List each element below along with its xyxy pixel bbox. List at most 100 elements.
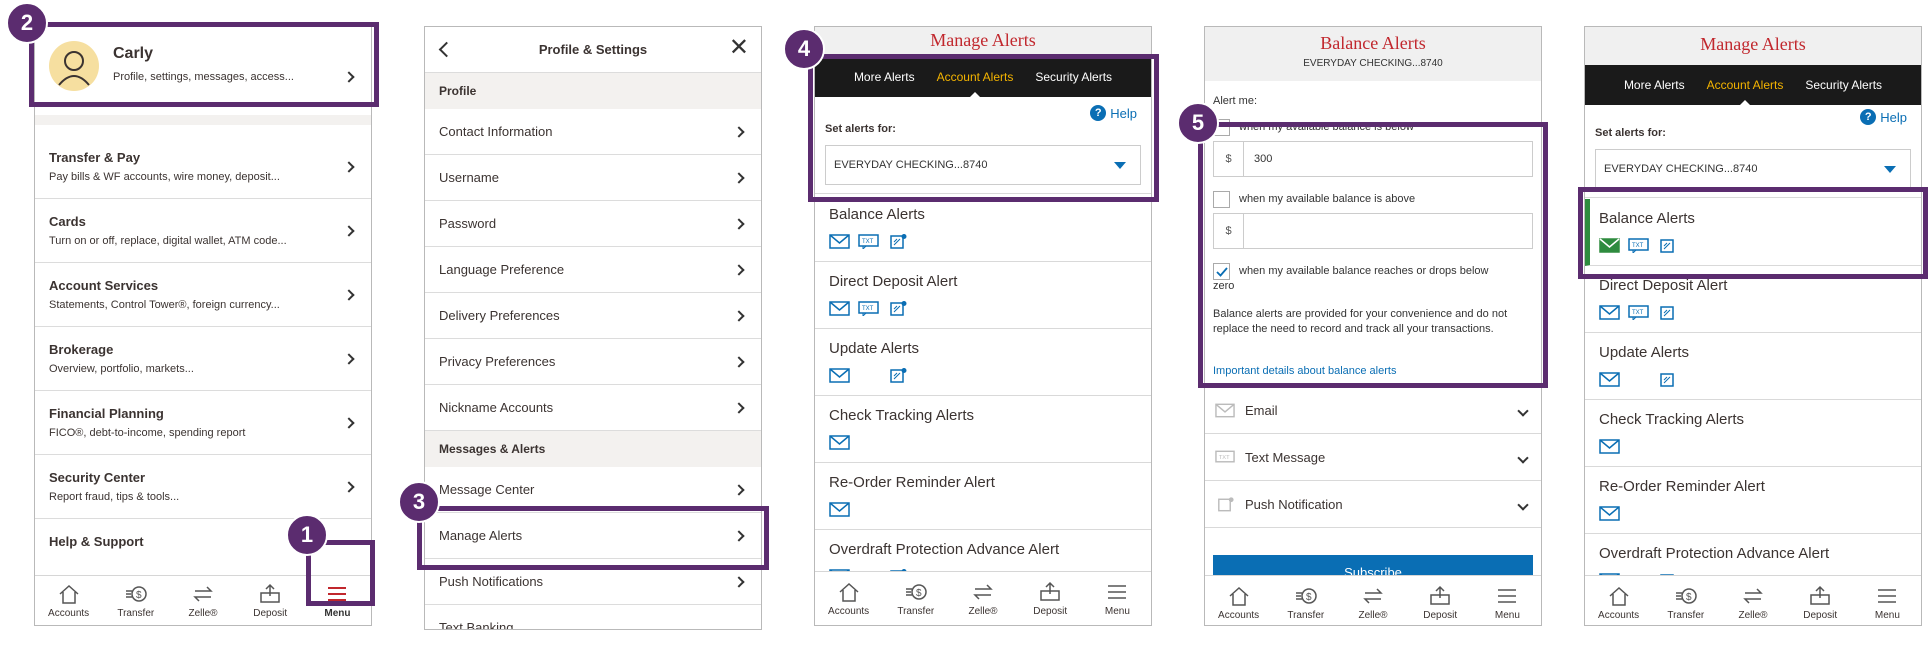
- alert-channels: [829, 365, 1137, 385]
- email-icon: [1599, 505, 1620, 521]
- settings-item-delivery[interactable]: Delivery Preferences: [425, 293, 761, 339]
- chevron-right-icon: [733, 218, 745, 230]
- alert-row-reorder[interactable]: Re-Order Reminder Alert: [815, 463, 1151, 530]
- zelle-icon: [1363, 587, 1383, 604]
- nav-menu[interactable]: Menu: [1084, 572, 1151, 625]
- nav-accounts[interactable]: Accounts: [1205, 576, 1272, 625]
- nav-menu[interactable]: Menu: [1474, 576, 1541, 625]
- email-icon: [829, 434, 850, 450]
- alert-row-direct-deposit[interactable]: Direct Deposit Alert TXT: [815, 262, 1151, 329]
- alert-me-label: Alert me:: [1213, 95, 1258, 107]
- nav-transfer[interactable]: $ Transfer: [1652, 576, 1719, 625]
- alert-row-check-tracking[interactable]: Check Tracking Alerts: [815, 396, 1151, 463]
- close-icon[interactable]: ✕: [729, 36, 749, 60]
- email-icon: [1599, 304, 1620, 320]
- push-notification-icon: [1660, 372, 1674, 387]
- menu-item-subtitle: Statements, Control Tower®, foreign curr…: [49, 299, 280, 311]
- alert-title: Update Alerts: [1599, 344, 1690, 361]
- menu-item-subtitle: Report fraud, tips & tools...: [49, 491, 180, 503]
- set-alerts-label: Set alerts for:: [1595, 127, 1666, 139]
- menu-item-financial-planning[interactable]: Financial Planning FICO®, debt-to-income,…: [35, 391, 371, 455]
- email-icon: [1599, 371, 1620, 387]
- alert-title: Re-Order Reminder Alert: [1599, 478, 1765, 495]
- channel-label: Text Message: [1245, 449, 1326, 465]
- manage-alerts-result-screen: Manage Alerts More Alerts Account Alerts…: [1584, 26, 1922, 626]
- svg-text:$: $: [916, 588, 922, 599]
- help-link[interactable]: ? Help: [1860, 109, 1907, 125]
- settings-item-nickname[interactable]: Nickname Accounts: [425, 385, 761, 431]
- nav-zelle[interactable]: Zelle®: [1719, 576, 1786, 625]
- menu-item-transfer-pay[interactable]: Transfer & Pay Pay bills & WF accounts, w…: [35, 135, 371, 199]
- nav-accounts[interactable]: Accounts: [815, 572, 882, 625]
- settings-item-username[interactable]: Username: [425, 155, 761, 201]
- push-notification-icon: [890, 367, 907, 383]
- alert-row-update[interactable]: Update Alerts: [815, 329, 1151, 396]
- transfer-icon: $: [1675, 587, 1697, 604]
- bottom-nav: Accounts $ Transfer Zelle® Deposit Menu: [1205, 575, 1541, 625]
- channel-push[interactable]: Push Notification: [1205, 481, 1541, 528]
- alert-title: Direct Deposit Alert: [1599, 277, 1728, 294]
- nav-accounts[interactable]: Accounts: [1585, 576, 1652, 625]
- chevron-right-icon: [733, 310, 745, 322]
- item-label: Delivery Preferences: [439, 308, 560, 323]
- channel-label: Push Notification: [1245, 496, 1343, 512]
- nav-zelle[interactable]: Zelle®: [1339, 576, 1406, 625]
- nav-label: Menu: [324, 607, 351, 619]
- nav-deposit[interactable]: Deposit: [1787, 576, 1854, 625]
- alert-row-check-tracking[interactable]: Check Tracking Alerts: [1585, 400, 1921, 467]
- menu-item-title: Transfer & Pay: [49, 150, 141, 165]
- nav-deposit[interactable]: Deposit: [237, 576, 304, 625]
- nav-label: Zelle®: [1738, 609, 1768, 621]
- settings-item-privacy[interactable]: Privacy Preferences: [425, 339, 761, 385]
- menu-item-cards[interactable]: Cards Turn on or off, replace, digital wa…: [35, 199, 371, 263]
- settings-item-text-banking[interactable]: Text Banking: [425, 605, 761, 629]
- nav-zelle[interactable]: Zelle®: [949, 572, 1016, 625]
- chevron-right-icon: [733, 402, 745, 414]
- alert-title: Direct Deposit Alert: [829, 273, 958, 290]
- chevron-right-icon: [733, 576, 745, 588]
- alert-row-reorder[interactable]: Re-Order Reminder Alert: [1585, 467, 1921, 534]
- alert-row-balance[interactable]: Balance Alerts TXT: [815, 195, 1151, 262]
- header: Manage Alerts: [1585, 27, 1921, 65]
- settings-item-contact[interactable]: Contact Information: [425, 109, 761, 155]
- zelle-icon: [973, 583, 993, 600]
- menu-item-security-center[interactable]: Security Center Report fraud, tips & tool…: [35, 455, 371, 519]
- settings-item-password[interactable]: Password: [425, 201, 761, 247]
- nav-transfer[interactable]: $ Transfer: [882, 572, 949, 625]
- home-icon: [59, 584, 79, 604]
- nav-transfer[interactable]: $ Transfer: [1272, 576, 1339, 625]
- nav-label: Accounts: [1218, 609, 1260, 621]
- menu-item-account-services[interactable]: Account Services Statements, Control Towe…: [35, 263, 371, 327]
- menu-item-brokerage[interactable]: Brokerage Overview, portfolio, markets...: [35, 327, 371, 391]
- alert-channels: [1599, 436, 1907, 456]
- section-messages: Messages & Alerts: [425, 431, 761, 467]
- svg-text:$: $: [136, 590, 142, 601]
- chevron-down-icon: [1517, 499, 1529, 511]
- svg-text:$: $: [1306, 592, 1312, 603]
- channel-text-message[interactable]: TXT Text Message: [1205, 434, 1541, 481]
- svg-text:TXT: TXT: [1632, 310, 1644, 316]
- home-icon: [1609, 586, 1629, 606]
- nav-label: Deposit: [253, 607, 288, 619]
- chevron-right-icon: [733, 264, 745, 276]
- deposit-icon: [1040, 581, 1060, 601]
- nav-accounts[interactable]: Accounts: [35, 576, 102, 625]
- nav-zelle[interactable]: Zelle®: [169, 576, 236, 625]
- channel-email[interactable]: Email: [1205, 387, 1541, 434]
- tab-security-alerts[interactable]: Security Alerts: [1805, 78, 1882, 92]
- nav-transfer[interactable]: $ Transfer: [102, 576, 169, 625]
- account-select[interactable]: EVERYDAY CHECKING...8740: [1595, 149, 1911, 189]
- alert-row-update[interactable]: Update Alerts: [1585, 333, 1921, 400]
- push-notification-icon: [1218, 496, 1234, 511]
- nav-deposit[interactable]: Deposit: [1017, 572, 1084, 625]
- nav-deposit[interactable]: Deposit: [1407, 576, 1474, 625]
- settings-item-language[interactable]: Language Preference: [425, 247, 761, 293]
- text-message-icon: TXT: [858, 233, 879, 249]
- nav-label: Transfer: [117, 607, 155, 619]
- bottom-nav: Accounts $ Transfer Zelle® Deposit Menu: [1585, 575, 1921, 625]
- highlight-box-3: [417, 506, 769, 570]
- tab-account-alerts[interactable]: Account Alerts: [1707, 78, 1783, 107]
- section-profile: Profile: [425, 73, 761, 109]
- nav-menu[interactable]: Menu: [1854, 576, 1921, 625]
- tab-more-alerts[interactable]: More Alerts: [1624, 78, 1685, 92]
